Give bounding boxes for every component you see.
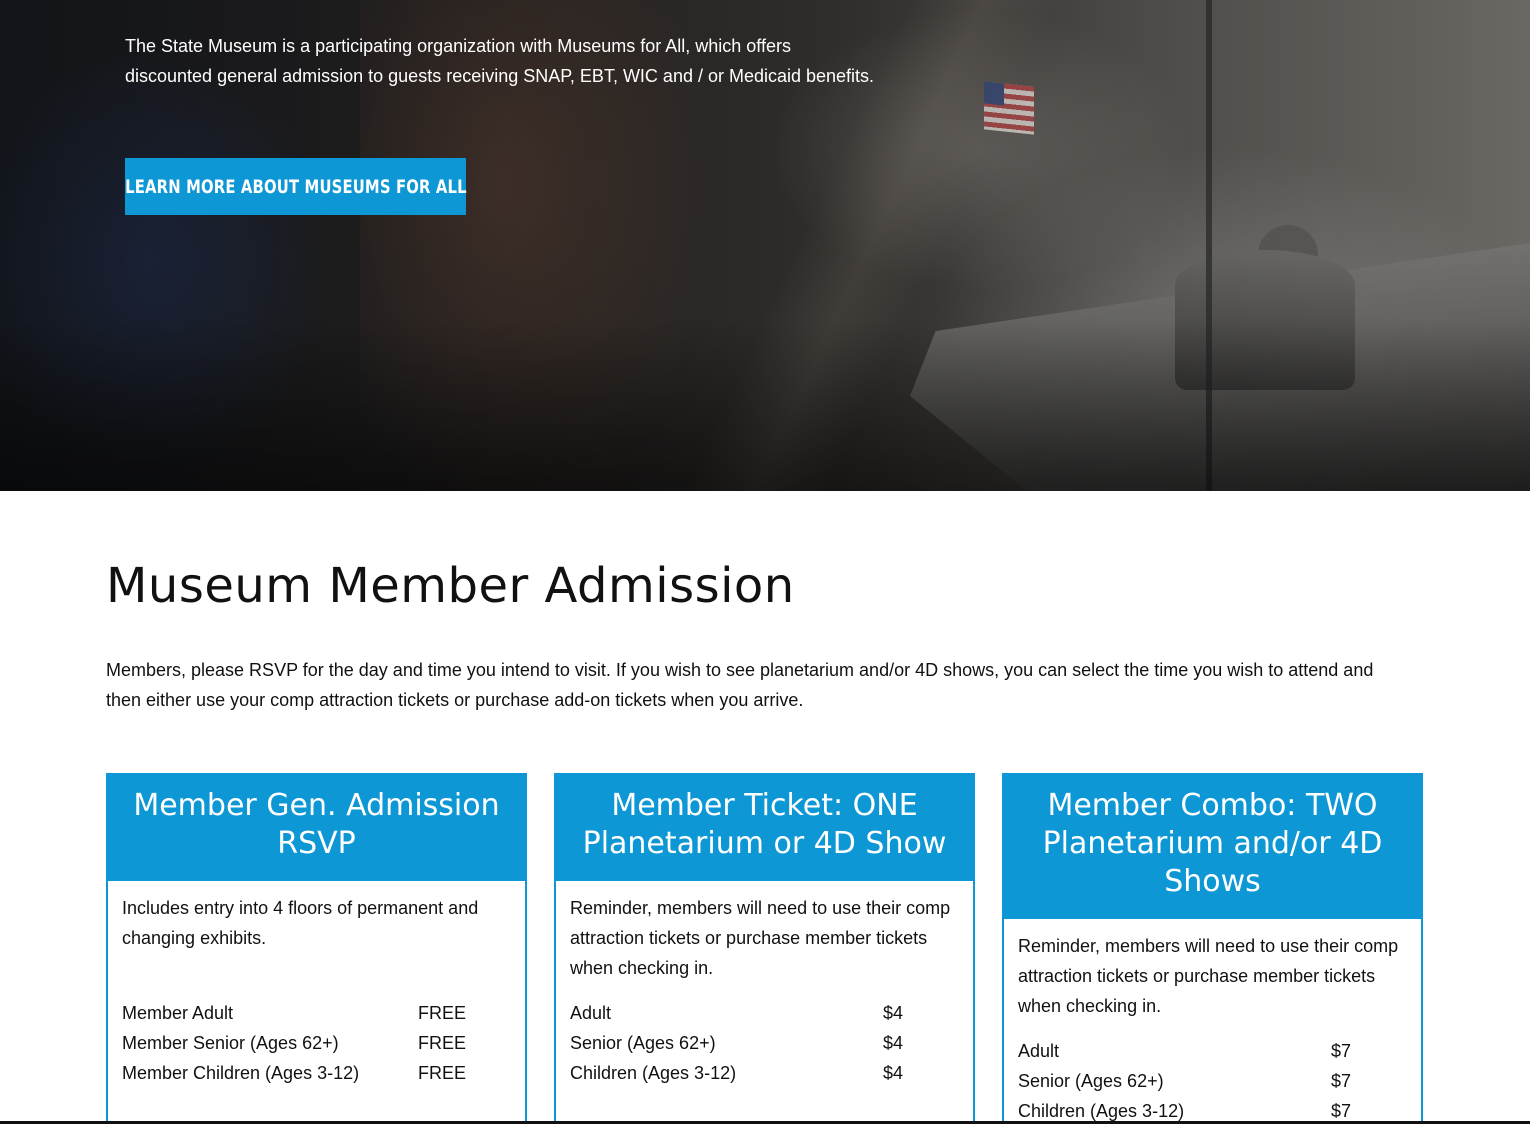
card-title-line-2: Planetarium and/or 4D [1042,826,1383,861]
learn-more-button-label: LEARN MORE ABOUT MUSEUMS FOR ALL [124,175,467,198]
price-row: Children (Ages 3-12) $4 [570,1058,959,1088]
price-label: Member Senior (Ages 62+) [122,1033,339,1053]
card-title: Member Combo: TWO Planetarium and/or 4D … [1004,775,1421,919]
price-row: Senior (Ages 62+) $4 [570,1028,959,1058]
price-row: Children (Ages 3-12) $7 [1018,1096,1407,1124]
price-label: Adult [570,1003,612,1023]
price-label: Member Children (Ages 3-12) [122,1063,360,1083]
price-value: $7 [1331,1101,1352,1121]
price-value: FREE [418,1033,467,1053]
price-value: $4 [883,1033,904,1053]
card-description: Reminder, members will need to use their… [1018,931,1407,1021]
card-description-line-1: Reminder, members will need to use their… [1018,936,1399,956]
card-title-line-1: Member Ticket: ONE [611,788,918,823]
card-body: Reminder, members will need to use their… [556,881,973,1088]
price-list: Adult $7 Senior (Ages 62+) $7 Children (… [1018,1036,1407,1124]
section-intro-line-1: Members, please RSVP for the day and tim… [106,660,1374,680]
card-description-line-3: when checking in. [1018,996,1162,1016]
price-row: Adult $4 [570,998,959,1028]
price-row: Member Children (Ages 3-12) FREE [122,1058,511,1088]
price-row: Adult $7 [1018,1036,1407,1066]
price-value: $7 [1331,1071,1352,1091]
card-description: Reminder, members will need to use their… [570,893,959,983]
learn-more-museums-for-all-button[interactable]: LEARN MORE ABOUT MUSEUMS FOR ALL [125,158,466,215]
hero-description-line-2: discounted general admission to guests r… [125,66,875,86]
card-description-line-2: changing exhibits. [122,928,267,948]
price-value: $4 [883,1003,904,1023]
card-title-line-1: Member Gen. Admission [133,788,500,823]
card-body: Includes entry into 4 floors of permanen… [108,881,525,1088]
price-label: Senior (Ages 62+) [570,1033,716,1053]
card-body: Reminder, members will need to use their… [1004,919,1421,1124]
hero-description-line-1: The State Museum is a participating orga… [125,36,791,56]
member-combo-two-shows-card: Member Combo: TWO Planetarium and/or 4D … [1002,773,1423,1124]
member-gen-admission-card: Member Gen. Admission RSVP Includes entr… [106,773,527,1124]
price-label: Children (Ages 3-12) [570,1063,737,1083]
member-ticket-one-show-card: Member Ticket: ONE Planetarium or 4D Sho… [554,773,975,1124]
price-value: $4 [883,1063,904,1083]
section-intro: Members, please RSVP for the day and tim… [106,655,1406,715]
price-label: Adult [1018,1041,1060,1061]
hero-banner: The State Museum is a participating orga… [0,0,1530,491]
card-description-line-1: Includes entry into 4 floors of permanen… [122,898,479,918]
card-title: Member Gen. Admission RSVP [108,775,525,881]
card-description-line-2: attraction tickets or purchase member ti… [570,928,928,948]
price-list: Member Adult FREE Member Senior (Ages 62… [122,998,511,1088]
section-intro-line-2: then either use your comp attraction tic… [106,690,804,710]
price-value: FREE [418,1063,467,1083]
page-section-title: Museum Member Admission [106,558,795,614]
price-row: Member Senior (Ages 62+) FREE [122,1028,511,1058]
price-value: $7 [1331,1041,1352,1061]
card-title: Member Ticket: ONE Planetarium or 4D Sho… [556,775,973,881]
price-row: Senior (Ages 62+) $7 [1018,1066,1407,1096]
card-title-line-2: RSVP [277,826,356,861]
card-description-line-2: attraction tickets or purchase member ti… [1018,966,1376,986]
price-label: Member Adult [122,1003,234,1023]
price-row: Member Adult FREE [122,998,511,1028]
card-description-line-1: Reminder, members will need to use their… [570,898,951,918]
price-value: FREE [418,1003,467,1023]
card-description-spacer [122,958,127,978]
card-title-line-2: Planetarium or 4D Show [582,826,947,861]
hero-description: The State Museum is a participating orga… [125,31,915,91]
card-title-line-3: Shows [1164,864,1261,899]
price-list: Adult $4 Senior (Ages 62+) $4 Children (… [570,998,959,1088]
price-label: Children (Ages 3-12) [1018,1101,1185,1121]
price-label: Senior (Ages 62+) [1018,1071,1164,1091]
card-description: Includes entry into 4 floors of permanen… [122,893,511,983]
card-description-line-3: when checking in. [570,958,714,978]
card-title-line-1: Member Combo: TWO [1047,788,1378,823]
